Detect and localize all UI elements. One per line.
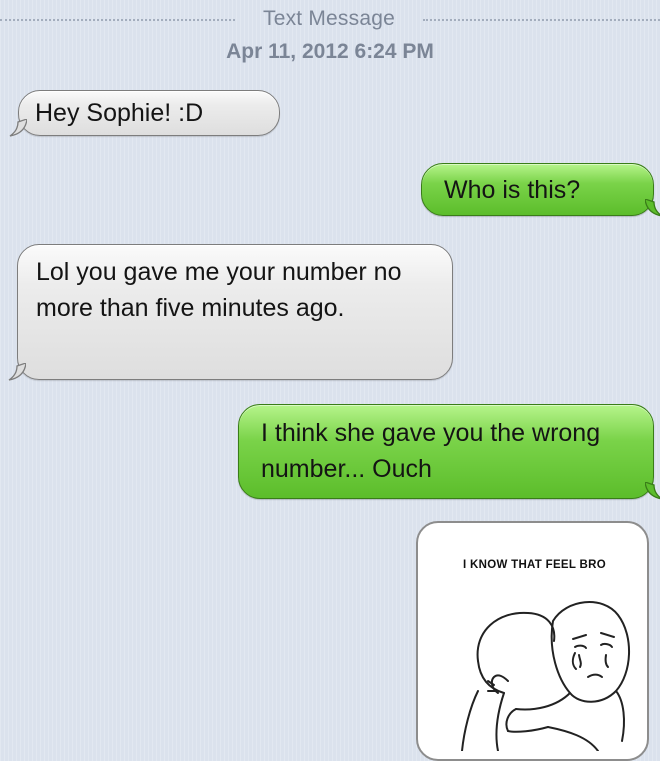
conversation-header: Text Message Apr 11, 2012 6:24 PM [0, 0, 660, 70]
outgoing-message-bubble[interactable]: Who is this? [421, 163, 660, 217]
bubble-tail-icon [645, 199, 660, 217]
message-text: I think she gave you the wrong number...… [261, 419, 601, 483]
outgoing-message-bubble[interactable]: I think she gave you the wrong number...… [238, 404, 660, 500]
meme-caption: I KNOW THAT FEEL BRO [463, 559, 606, 571]
message-text: Who is this? [444, 176, 581, 204]
bubble-tail-icon [9, 119, 27, 137]
message-timestamp: Apr 11, 2012 6:24 PM [226, 40, 434, 63]
outgoing-image-message[interactable]: I KNOW THAT FEEL BRO [416, 521, 649, 761]
incoming-message-bubble[interactable]: Lol you gave me your number no more than… [8, 244, 453, 381]
bubble-tail-icon [645, 482, 660, 500]
message-text: Hey Sophie! :D [35, 99, 204, 127]
incoming-message-bubble[interactable]: Hey Sophie! :D [9, 90, 280, 137]
hugging-meme-image [461, 601, 630, 751]
bubble-tail-icon [8, 363, 26, 381]
conversation-type-label: Text Message [263, 7, 395, 30]
header-divider-right [423, 19, 660, 21]
header-divider-left [0, 19, 235, 21]
message-text: Lol you gave me your number no more than… [36, 258, 402, 322]
